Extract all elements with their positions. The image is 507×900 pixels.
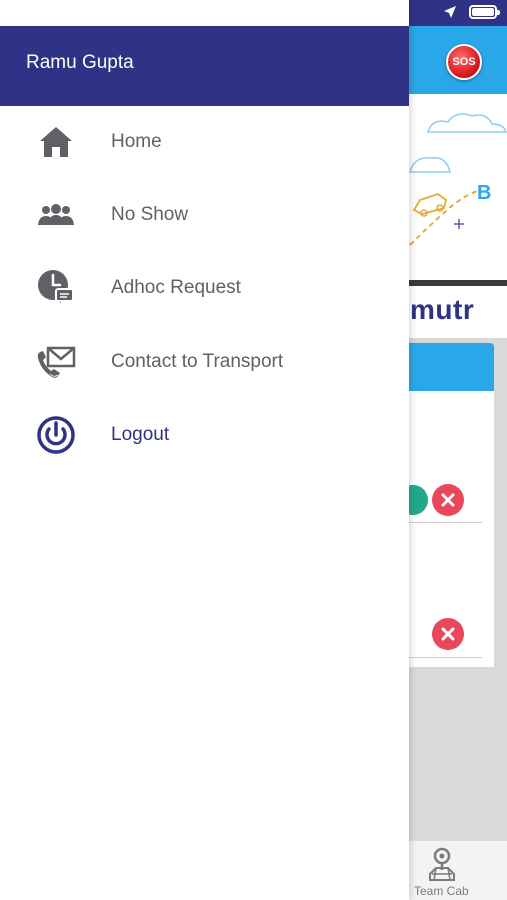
close-icon — [441, 627, 455, 641]
menu-item-logout[interactable]: Logout — [0, 405, 409, 465]
menu-label-home: Home — [111, 131, 162, 152]
phone-mail-icon — [36, 342, 76, 382]
clock-message-icon — [36, 268, 76, 308]
reject-button[interactable] — [432, 618, 464, 650]
menu-item-adhoc-request[interactable]: Adhoc Request — [0, 258, 409, 318]
menu-item-contact-transport[interactable]: Contact to Transport — [0, 332, 409, 392]
menu-item-home[interactable]: Home — [0, 112, 409, 172]
menu-item-no-show[interactable]: No Show — [0, 185, 409, 245]
destination-marker: B — [477, 182, 492, 204]
menu-label-logout: Logout — [111, 424, 170, 445]
user-name: Ramu Gupta — [26, 52, 134, 73]
close-icon — [441, 493, 455, 507]
drawer-status-area — [0, 0, 409, 26]
menu-label-no-show: No Show — [111, 204, 189, 225]
battery-icon — [469, 5, 500, 19]
power-icon — [36, 415, 76, 455]
group-icon — [36, 195, 76, 235]
menu-label-adhoc-request: Adhoc Request — [111, 277, 241, 298]
home-icon — [36, 122, 76, 162]
brand-logo-text: mutr — [410, 294, 475, 325]
tab-team-cab-label[interactable]: Team Cab — [414, 884, 469, 898]
sos-button[interactable]: SOS — [446, 44, 482, 80]
drawer-header: Ramu Gupta — [0, 26, 409, 106]
reject-button[interactable] — [432, 484, 464, 516]
location-arrow-icon — [444, 6, 456, 18]
menu-label-contact-transport: Contact to Transport — [111, 351, 284, 372]
map-pin-icon[interactable] — [424, 846, 460, 882]
navigation-drawer: Ramu Gupta Home No Show Adhoc Request Co… — [0, 0, 409, 900]
